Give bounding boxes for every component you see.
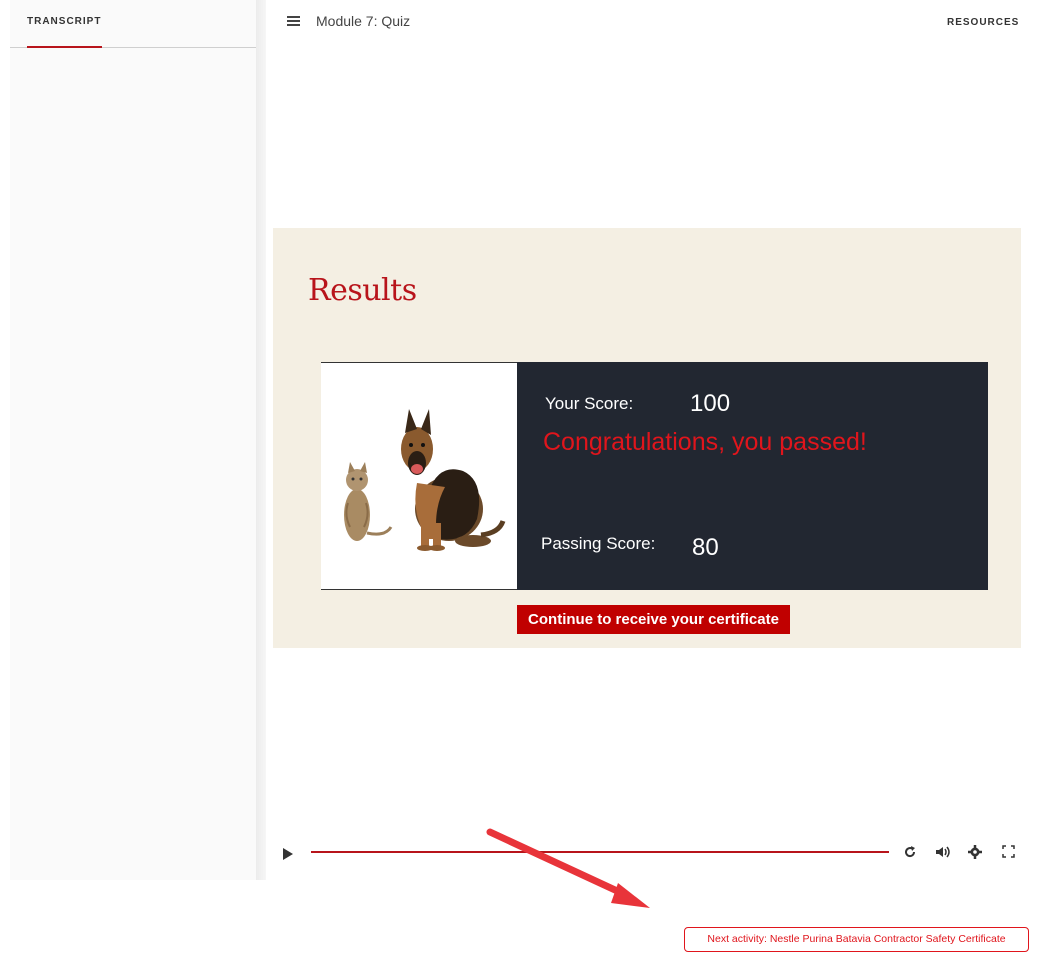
results-title: Results: [308, 273, 417, 308]
active-tab-indicator: [27, 46, 102, 48]
sidebar-tab-bar: TRANSCRIPT: [10, 0, 266, 48]
result-card: Your Score: 100 Congratulations, you pas…: [321, 362, 988, 590]
volume-icon[interactable]: [935, 845, 951, 864]
transcript-sidebar: TRANSCRIPT: [10, 0, 266, 880]
menu-icon[interactable]: [287, 16, 300, 28]
play-icon[interactable]: [282, 847, 294, 865]
your-score-value: 100: [690, 390, 731, 417]
your-score-label: Your Score:: [545, 394, 634, 413]
continue-certificate-button[interactable]: Continue to receive your certificate: [517, 605, 790, 634]
resources-link[interactable]: RESOURCES: [947, 17, 1019, 28]
cat-illustration: [344, 462, 393, 541]
module-title: Module 7: Quiz: [316, 13, 411, 29]
passing-score-label: Passing Score:: [541, 534, 656, 553]
replay-icon[interactable]: [903, 845, 917, 864]
sidebar-divider: [256, 0, 266, 880]
cat-and-dog-image: [321, 362, 517, 590]
gear-icon[interactable]: [968, 845, 982, 864]
seek-bar[interactable]: [311, 851, 889, 853]
fullscreen-icon[interactable]: [1002, 845, 1015, 863]
passing-score-value: 80: [692, 534, 719, 561]
congrats-message: Congratulations, you passed!: [543, 428, 867, 456]
dog-illustration: [401, 409, 506, 551]
quiz-results-slide: Results Your Score: 100 Congratulations,…: [273, 228, 1021, 648]
next-activity-button[interactable]: Next activity: Nestle Purina Batavia Con…: [684, 927, 1029, 952]
tab-transcript[interactable]: TRANSCRIPT: [27, 16, 101, 27]
